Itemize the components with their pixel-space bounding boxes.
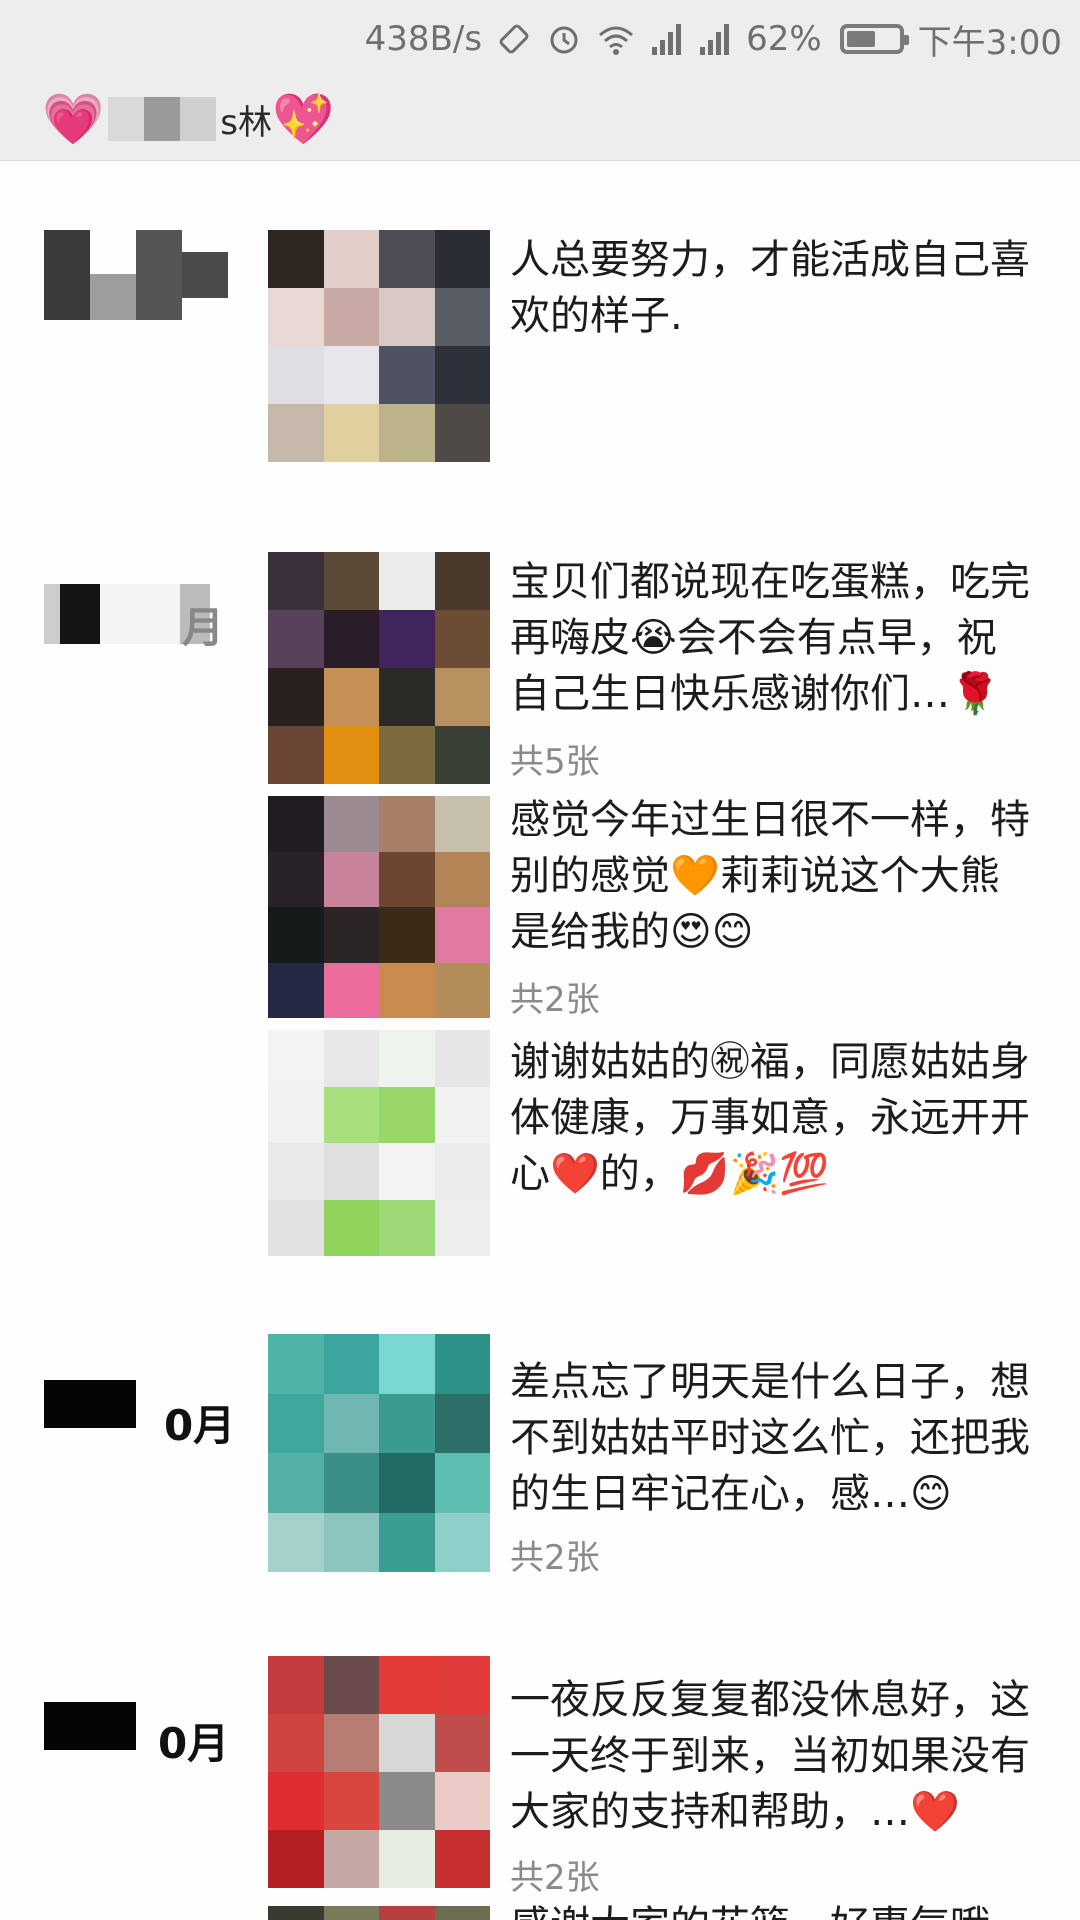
signal-icon-2	[700, 24, 730, 55]
status-items: 438B/s 62% 下午3:00	[365, 14, 1062, 64]
month-label: 月	[182, 603, 225, 652]
photo-count: 共5张	[510, 742, 600, 782]
post-image[interactable]	[268, 1030, 490, 1256]
post-text[interactable]: 一夜反反复复都没休息好，这一天终于到来，当初如果没有大家的支持和帮助，…❤️	[510, 1672, 1030, 1840]
post-image[interactable]	[268, 1656, 490, 1888]
post-image[interactable]	[268, 796, 490, 1018]
sparkling-heart-icon: 💖	[271, 90, 335, 148]
month-label: 0月	[164, 1401, 236, 1450]
photo-count: 共2张	[510, 1858, 600, 1898]
redacted-date	[44, 230, 228, 320]
month-label: 0月	[158, 1719, 230, 1768]
post-text[interactable]: 谢谢姑姑的㊗福，同愿姑姑身体健康，万事如意，永远开开心❤️的，💋🎉💯	[510, 1034, 1030, 1202]
post-image[interactable]	[268, 552, 490, 784]
profile-name-suffix: s林	[220, 102, 272, 143]
alarm-icon	[550, 26, 578, 54]
post-text[interactable]: 人总要努力，才能活成自己喜欢的样子.	[510, 232, 1030, 344]
post-text[interactable]: 差点忘了明天是什么日子，想不到姑姑平时这么忙，还把我的生日牢记在心，感…😊	[510, 1354, 1030, 1522]
vibrate-icon	[499, 24, 529, 54]
post-image[interactable]	[268, 1334, 490, 1572]
redacted-date	[44, 1702, 136, 1750]
post-image[interactable]	[268, 230, 490, 462]
wifi-icon	[599, 26, 634, 55]
profile-title[interactable]: 💗 s林 💖	[42, 88, 334, 150]
blurred-name	[108, 97, 217, 141]
post-text[interactable]: 感谢大家的花篮，好惠气哦	[510, 1898, 1030, 1920]
post-image[interactable]	[268, 1906, 490, 1920]
photo-count: 共2张	[510, 980, 600, 1020]
clock: 下午3:00	[917, 22, 1062, 63]
battery-icon	[839, 24, 909, 54]
status-bar: 438B/s 62% 下午3:00	[0, 0, 1080, 80]
network-speed: 438B/s	[364, 19, 483, 59]
heart-icon: 💗	[42, 90, 105, 148]
post-text[interactable]: 感觉今年过生日很不一样，特别的感觉🧡莉莉说这个大熊是给我的😍😊	[510, 792, 1030, 960]
signal-icon	[652, 24, 682, 55]
post-text[interactable]: 宝贝们都说现在吃蛋糕，吃完再嗨皮😭会不会有点早，祝自己生日快乐感谢你们…🌹	[510, 554, 1030, 722]
battery-percent: 62%	[746, 19, 822, 59]
photo-count: 共2张	[510, 1538, 600, 1578]
battery-fill	[846, 31, 876, 47]
redacted-date	[44, 1380, 136, 1428]
title-bar: 💗 s林 💖	[0, 80, 1080, 161]
